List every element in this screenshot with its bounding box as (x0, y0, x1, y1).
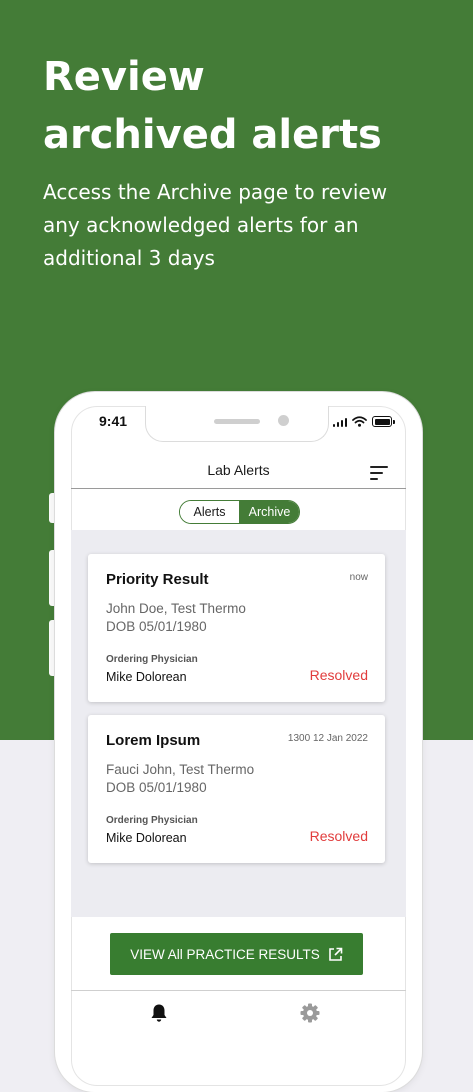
alert-card[interactable]: Lorem Ipsum 1300 12 Jan 2022 Fauci John,… (88, 715, 385, 863)
hero-subtitle-line: additional 3 days (43, 246, 215, 270)
alert-card[interactable]: Priority Result now John Doe, Test Therm… (88, 554, 385, 702)
filter-menu-icon[interactable] (370, 466, 388, 480)
tab-alerts[interactable]: Alerts (180, 501, 240, 523)
battery-icon (372, 416, 395, 427)
patient-name: Fauci John, Test Thermo (106, 762, 255, 777)
front-camera (278, 415, 289, 426)
wifi-icon (352, 416, 367, 427)
bell-icon[interactable] (150, 1003, 168, 1023)
physician-label: Ordering Physician (106, 815, 198, 826)
hero-subtitle: Access the Archive page to review any ac… (43, 176, 443, 275)
cta-label: VIEW All PRACTICE RESULTS (130, 946, 320, 962)
gear-icon[interactable] (300, 1003, 320, 1023)
phone-frame: 9:41 Lab Alerts Alerts Archive Priority … (55, 392, 422, 1092)
status-resolved: Resolved (309, 828, 368, 844)
hero-title-line: Review (43, 54, 205, 100)
phone-screen: 9:41 Lab Alerts Alerts Archive Priority … (71, 406, 406, 1086)
physician-name: Mike Dolorean (106, 831, 187, 845)
hero-subtitle-line: Access the Archive page to review (43, 180, 388, 204)
patient-dob: DOB 05/01/1980 (106, 780, 207, 795)
cellular-signal-icon (332, 417, 347, 427)
alert-list: Priority Result now John Doe, Test Therm… (71, 530, 406, 917)
phone-notch (145, 406, 329, 442)
view-all-practice-results-button[interactable]: VIEW All PRACTICE RESULTS (110, 933, 363, 975)
tab-archive[interactable]: Archive (240, 501, 299, 523)
patient-dob: DOB 05/01/1980 (106, 619, 207, 634)
app-header: Lab Alerts (71, 446, 406, 489)
physician-label: Ordering Physician (106, 654, 198, 665)
status-time: 9:41 (99, 413, 128, 429)
external-link-icon (328, 947, 343, 961)
alert-title: Lorem Ipsum (106, 732, 201, 749)
hero-title: Review archived alerts (43, 48, 443, 164)
alert-title: Priority Result (106, 571, 209, 588)
alerts-archive-toggle: Alerts Archive (179, 500, 300, 524)
status-resolved: Resolved (309, 667, 368, 683)
bottom-tab-bar (71, 990, 406, 1086)
status-icons (332, 416, 395, 427)
page-title: Lab Alerts (207, 462, 270, 478)
speaker-grille (214, 419, 260, 424)
alert-time: now (349, 572, 368, 583)
alert-time: 1300 12 Jan 2022 (287, 733, 368, 744)
patient-name: John Doe, Test Thermo (106, 601, 246, 616)
hero-subtitle-line: any acknowledged alerts for an (43, 213, 359, 237)
physician-name: Mike Dolorean (106, 670, 187, 684)
hero-title-line: archived alerts (43, 112, 382, 158)
